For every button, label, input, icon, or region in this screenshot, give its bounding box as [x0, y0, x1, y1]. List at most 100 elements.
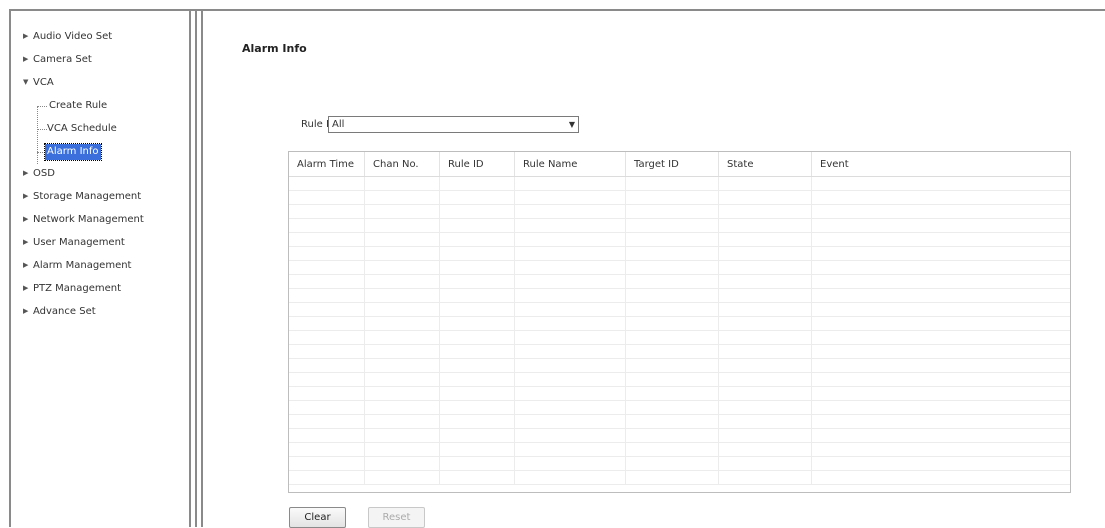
table-cell: [514, 330, 626, 345]
sidebar-item-osd[interactable]: ▶ OSD: [23, 165, 55, 181]
column-header-target-id[interactable]: Target ID: [625, 152, 719, 177]
sidebar-item-alarm-management[interactable]: ▶ Alarm Management: [23, 257, 131, 273]
main-panel: Alarm Info Rule ID All ▼ Alarm Time Chan…: [203, 11, 1105, 528]
table-row: [289, 190, 1070, 205]
table-cell: [439, 428, 515, 443]
tree-connector: [37, 106, 47, 107]
table-cell: [289, 246, 365, 261]
table-cell: [364, 260, 440, 275]
expand-arrow-icon[interactable]: ▶: [23, 28, 33, 44]
column-header-event[interactable]: Event: [811, 152, 1070, 177]
table-cell: [718, 400, 812, 415]
table-row: [289, 442, 1070, 457]
sidebar-item-advance-set[interactable]: ▶ Advance Set: [23, 303, 96, 319]
table-cell: [514, 204, 626, 219]
collapse-arrow-icon[interactable]: ▼: [23, 74, 33, 90]
table-cell: [718, 386, 812, 401]
table-cell: [811, 246, 1070, 261]
sidebar-item-vca[interactable]: ▼ VCA: [23, 74, 54, 90]
dropdown-arrow-icon[interactable]: ▼: [569, 117, 575, 132]
table-cell: [514, 246, 626, 261]
panel-splitter[interactable]: [189, 11, 203, 527]
table-cell: [625, 176, 719, 191]
table-cell: [718, 344, 812, 359]
table-cell: [364, 456, 440, 471]
table-cell: [289, 274, 365, 289]
table-cell: [811, 428, 1070, 443]
expand-arrow-icon[interactable]: ▶: [23, 188, 33, 204]
table-cell: [514, 190, 626, 205]
table-row: [289, 316, 1070, 331]
table-cell: [625, 246, 719, 261]
table-cell: [514, 470, 626, 485]
expand-arrow-icon[interactable]: ▶: [23, 303, 33, 319]
page-title: Alarm Info: [242, 42, 307, 55]
sidebar-item-user-management[interactable]: ▶ User Management: [23, 234, 125, 250]
table-cell: [364, 344, 440, 359]
reset-button[interactable]: Reset: [368, 507, 425, 528]
sidebar-subitem-create-rule[interactable]: Create Rule: [49, 98, 107, 114]
table-cell: [364, 190, 440, 205]
column-header-state[interactable]: State: [718, 152, 812, 177]
table-cell: [718, 330, 812, 345]
table-cell: [364, 246, 440, 261]
table-cell: [811, 372, 1070, 387]
table-row: [289, 400, 1070, 415]
table-cell: [289, 288, 365, 303]
table-cell: [439, 302, 515, 317]
table-cell: [439, 470, 515, 485]
clear-button[interactable]: Clear: [289, 507, 346, 528]
table-cell: [514, 428, 626, 443]
expand-arrow-icon[interactable]: ▶: [23, 257, 33, 273]
table-cell: [718, 456, 812, 471]
table-cell: [439, 246, 515, 261]
table-cell: [289, 344, 365, 359]
table-cell: [439, 204, 515, 219]
table-row: [289, 386, 1070, 401]
table-cell: [625, 358, 719, 373]
expand-arrow-icon[interactable]: ▶: [23, 51, 33, 67]
table-cell: [625, 456, 719, 471]
table-cell: [625, 386, 719, 401]
table-cell: [811, 204, 1070, 219]
column-header-alarm-time[interactable]: Alarm Time: [289, 152, 365, 177]
table-cell: [514, 386, 626, 401]
column-header-rule-name[interactable]: Rule Name: [514, 152, 626, 177]
table-cell: [364, 218, 440, 233]
sidebar-item-ptz-management[interactable]: ▶ PTZ Management: [23, 280, 121, 296]
table-cell: [718, 358, 812, 373]
table-cell: [364, 302, 440, 317]
table-cell: [439, 442, 515, 457]
column-header-rule-id[interactable]: Rule ID: [439, 152, 515, 177]
expand-arrow-icon[interactable]: ▶: [23, 211, 33, 227]
sidebar-subitem-vca-schedule[interactable]: VCA Schedule: [47, 121, 117, 137]
table-row: [289, 218, 1070, 233]
table-cell: [625, 218, 719, 233]
table-cell: [625, 330, 719, 345]
column-header-chan-no[interactable]: Chan No.: [364, 152, 440, 177]
expand-arrow-icon[interactable]: ▶: [23, 165, 33, 181]
table-row: [289, 204, 1070, 219]
table-row: [289, 274, 1070, 289]
expand-arrow-icon[interactable]: ▶: [23, 234, 33, 250]
sidebar-item-audio-video-set[interactable]: ▶ Audio Video Set: [23, 28, 112, 44]
table-cell: [439, 414, 515, 429]
table-cell: [289, 386, 365, 401]
table-cell: [364, 358, 440, 373]
table-cell: [811, 218, 1070, 233]
sidebar-item-storage-management[interactable]: ▶ Storage Management: [23, 188, 141, 204]
rule-id-select[interactable]: All ▼: [328, 116, 579, 133]
table-row: [289, 456, 1070, 471]
table-row: [289, 260, 1070, 275]
table-cell: [718, 414, 812, 429]
sidebar-item-camera-set[interactable]: ▶ Camera Set: [23, 51, 92, 67]
sidebar-subitem-alarm-info[interactable]: Alarm Info: [44, 143, 102, 161]
table-cell: [439, 176, 515, 191]
table-cell: [718, 232, 812, 247]
table-cell: [364, 414, 440, 429]
table-cell: [289, 232, 365, 247]
table-cell: [625, 288, 719, 303]
expand-arrow-icon[interactable]: ▶: [23, 280, 33, 296]
table-cell: [289, 470, 365, 485]
sidebar-item-network-management[interactable]: ▶ Network Management: [23, 211, 144, 227]
